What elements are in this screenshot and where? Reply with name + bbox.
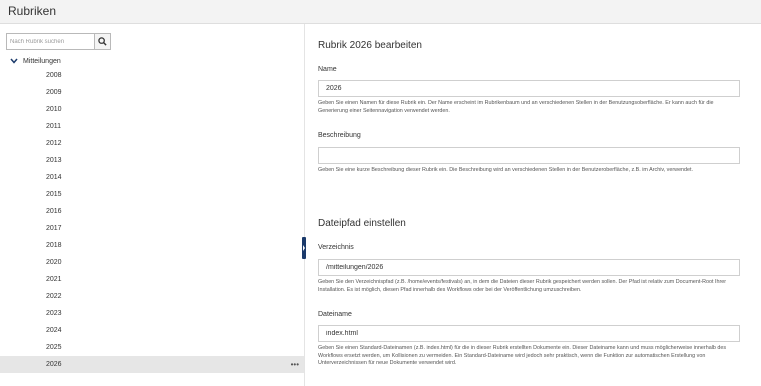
tree-item-2016[interactable]: 2016 <box>0 203 304 220</box>
name-label: Name <box>318 66 337 73</box>
tree-item-label: 2008 <box>46 72 62 79</box>
filename-help-text: Geben Sie einen Standard-Dateinamen (z.B… <box>318 345 727 367</box>
tree-item-2008[interactable]: 2008 <box>0 67 304 84</box>
tree-item-label: 2024 <box>46 327 62 334</box>
category-search <box>6 33 111 50</box>
tree-item-2015[interactable]: 2015 <box>0 186 304 203</box>
tree-item-2023[interactable]: 2023 <box>0 305 304 322</box>
tree-item-2009[interactable]: 2009 <box>0 84 304 101</box>
directory-field[interactable] <box>318 259 740 276</box>
more-options-icon[interactable]: ••• <box>291 356 299 373</box>
section-title-file-path: Dateipfad einstellen <box>318 218 406 229</box>
filename-field[interactable] <box>318 325 740 342</box>
tree-item-label: 2020 <box>46 259 62 266</box>
chevron-down-icon[interactable] <box>9 56 19 66</box>
tree-item-label: 2026 <box>46 361 62 368</box>
tree-item-2020[interactable]: 2020 <box>0 254 304 271</box>
tree-item-label: 2009 <box>46 89 62 96</box>
tree-item-2012[interactable]: 2012 <box>0 135 304 152</box>
tree-item-2011[interactable]: 2011 <box>0 118 304 135</box>
directory-label: Verzeichnis <box>318 244 354 251</box>
tree-item-2022[interactable]: 2022 <box>0 288 304 305</box>
tree-item-2017[interactable]: 2017 <box>0 220 304 237</box>
tree-item-label: 2025 <box>46 344 62 351</box>
name-field[interactable] <box>318 80 740 97</box>
description-help-text: Geben Sie eine kurze Beschreibung dieser… <box>318 167 694 173</box>
form-title: Rubrik 2026 bearbeiten <box>318 40 422 51</box>
filename-label: Dateiname <box>318 311 352 318</box>
tree-item-2013[interactable]: 2013 <box>0 152 304 169</box>
tree-item-label: 2018 <box>46 242 62 249</box>
edit-category-form: Rubrik 2026 bearbeiten Name Geben Sie ei… <box>306 24 761 386</box>
description-field[interactable] <box>318 147 740 164</box>
tree-item-2026[interactable]: 2026 ••• <box>0 356 304 373</box>
name-help-text: Geben Sie einen Namen für diese Rubrik e… <box>318 100 714 114</box>
tree-root-mitteilungen[interactable]: Mitteilungen <box>9 55 61 67</box>
tree-item-2010[interactable]: 2010 <box>0 101 304 118</box>
tree-item-label: 2014 <box>46 174 62 181</box>
tree-item-2021[interactable]: 2021 <box>0 271 304 288</box>
tree-root-label: Mitteilungen <box>23 57 61 65</box>
search-icon <box>98 37 107 46</box>
tree-item-2018[interactable]: 2018 <box>0 237 304 254</box>
tree-item-label: 2023 <box>46 310 62 317</box>
tree-item-label: 2021 <box>46 276 62 283</box>
tree-item-label: 2013 <box>46 157 62 164</box>
page-title: Rubriken <box>8 4 57 18</box>
tree-item-label: 2012 <box>46 140 62 147</box>
tree-item-2024[interactable]: 2024 <box>0 322 304 339</box>
tree-item-2014[interactable]: 2014 <box>0 169 304 186</box>
tree-item-label: 2015 <box>46 191 62 198</box>
tree-item-label: 2017 <box>46 225 62 232</box>
tree-item-label: 2010 <box>46 106 62 113</box>
search-button[interactable] <box>94 33 111 50</box>
search-input[interactable] <box>6 33 94 50</box>
page-header: Rubriken <box>0 0 761 24</box>
description-label: Beschreibung <box>318 132 361 139</box>
tree-item-label: 2022 <box>46 293 62 300</box>
tree-item-label: 2011 <box>46 123 62 130</box>
category-tree: 2008 2009 2010 2011 2012 2013 2014 2015 2016 2017… <box>0 67 304 373</box>
tree-item-label: 2016 <box>46 208 62 215</box>
category-sidebar: Mitteilungen 2008 2009 2010 2011 2012 2013 201… <box>0 24 305 386</box>
directory-help-text: Geben Sie den Verzeichnispfad (z.B. /hom… <box>318 279 727 293</box>
tree-item-2025[interactable]: 2025 <box>0 339 304 356</box>
